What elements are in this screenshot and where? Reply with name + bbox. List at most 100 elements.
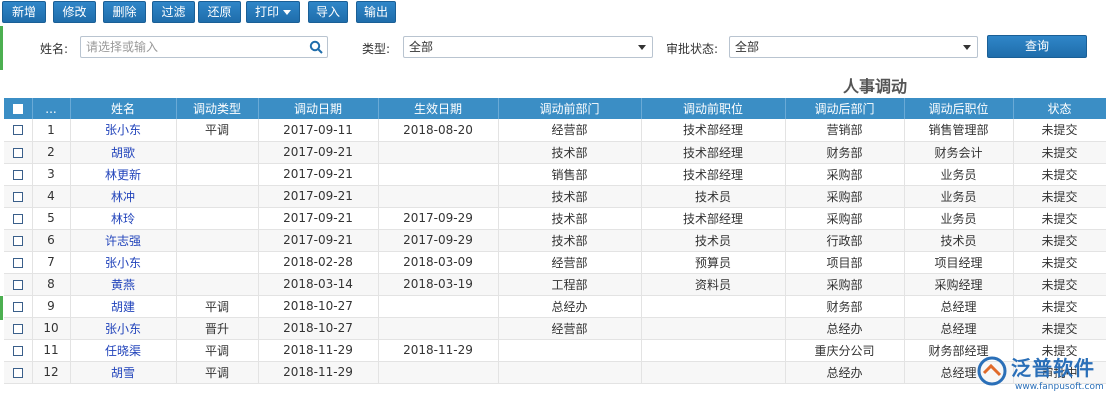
employee-name[interactable]: 张小东 [70, 251, 177, 274]
col-header-from-dept[interactable]: 调动前部门 [498, 98, 642, 119]
effective-date: 2018-08-20 [378, 119, 499, 142]
transfer-date: 2017-09-21 [258, 229, 379, 252]
effective-date: 2017-09-29 [378, 207, 499, 230]
chevron-down-icon [638, 45, 646, 50]
row-select-cell[interactable] [4, 295, 33, 318]
name-input[interactable]: 请选择或输入 [80, 36, 328, 58]
table-row[interactable]: 10 张小东 晋升 2018-10-27 经营部 总经办 总经理 未提交 [4, 317, 1106, 340]
col-header-from-position[interactable]: 调动前职位 [641, 98, 786, 119]
row-select-cell[interactable] [4, 163, 33, 186]
table-row[interactable]: 2 胡歌 2017-09-21 技术部 技术部经理 财务部 财务会计 未提交 [4, 141, 1106, 164]
table-row[interactable]: 5 林玲 2017-09-21 2017-09-29 技术部 技术部经理 采购部 业务员 未提交 [4, 207, 1106, 230]
filter-button[interactable]: 过滤 [152, 1, 195, 23]
table-row[interactable]: 8 黄燕 2018-03-14 2018-03-19 工程部 资料员 采购部 采购经理 未提交 [4, 273, 1106, 296]
to-dept: 总经办 [785, 317, 905, 340]
transfer-date: 2018-10-27 [258, 317, 379, 340]
transfer-date: 2018-03-14 [258, 273, 379, 296]
effective-date: 2018-03-09 [378, 251, 499, 274]
row-select-cell[interactable] [4, 229, 33, 252]
table-row[interactable]: 7 张小东 2018-02-28 2018-03-09 经营部 预算员 项目部 项目经理 未提交 [4, 251, 1106, 274]
employee-name[interactable]: 许志强 [70, 229, 177, 252]
row-select-cell[interactable] [4, 339, 33, 362]
table-row[interactable]: 3 林更新 2017-09-21 销售部 技术部经理 采购部 业务员 未提交 [4, 163, 1106, 186]
row-select-cell[interactable] [4, 185, 33, 208]
row-select-cell[interactable] [4, 361, 33, 384]
col-header-name[interactable]: 姓名 [70, 98, 177, 119]
brand-logo-icon [977, 356, 1007, 386]
employee-name[interactable]: 任晓渠 [70, 339, 177, 362]
employee-name[interactable]: 林更新 [70, 163, 177, 186]
delete-button[interactable]: 删除 [103, 1, 146, 23]
row-checkbox[interactable] [12, 147, 23, 158]
status: 未提交 [1013, 295, 1106, 318]
to-position: 总经理 [904, 317, 1014, 340]
table-row[interactable]: 1 张小东 平调 2017-09-11 2018-08-20 经营部 技术部经理 营销部 销售管… [4, 119, 1106, 142]
row-index: 10 [32, 317, 71, 340]
row-checkbox[interactable] [12, 345, 23, 356]
table-row[interactable]: 9 胡建 平调 2018-10-27 总经办 财务部 总经理 未提交 [4, 295, 1106, 318]
status-value: 全部 [735, 40, 760, 54]
add-button[interactable]: 新增 [2, 1, 46, 23]
select-all-header[interactable] [4, 98, 33, 119]
row-checkbox[interactable] [12, 169, 23, 180]
transfer-type [176, 207, 259, 230]
employee-name[interactable]: 胡建 [70, 295, 177, 318]
row-select-cell[interactable] [4, 207, 33, 230]
row-select-cell[interactable] [4, 317, 33, 340]
query-button[interactable]: 查询 [987, 35, 1087, 58]
row-select-cell[interactable] [4, 141, 33, 164]
toolbar: 新增 修改 删除 过滤 还原 打印 导入 输出 [0, 0, 1106, 26]
transfer-date: 2018-11-29 [258, 361, 379, 384]
row-checkbox[interactable] [12, 367, 23, 378]
restore-button[interactable]: 还原 [198, 1, 241, 23]
export-button[interactable]: 输出 [356, 1, 396, 23]
employee-name[interactable]: 胡雪 [70, 361, 177, 384]
status-select[interactable]: 全部 [729, 36, 978, 58]
import-button[interactable]: 导入 [308, 1, 348, 23]
search-icon[interactable] [309, 40, 323, 54]
row-index: 1 [32, 119, 71, 142]
row-checkbox[interactable] [12, 125, 23, 136]
table-row[interactable]: 11 任晓渠 平调 2018-11-29 2018-11-29 重庆分公司 财务部经理 未提交 [4, 339, 1106, 362]
table-row[interactable]: 12 胡雪 平调 2018-11-29 总经办 总经理 审批中 [4, 361, 1106, 384]
employee-name[interactable]: 胡歌 [70, 141, 177, 164]
row-checkbox[interactable] [12, 235, 23, 246]
from-dept: 技术部 [498, 185, 642, 208]
col-header-transfer-type[interactable]: 调动类型 [176, 98, 259, 119]
col-header-to-position[interactable]: 调动后职位 [904, 98, 1014, 119]
row-index: 8 [32, 273, 71, 296]
from-position: 预算员 [641, 251, 786, 274]
col-header-effective-date[interactable]: 生效日期 [378, 98, 499, 119]
type-select[interactable]: 全部 [403, 36, 653, 58]
select-all-checkbox[interactable] [12, 104, 23, 114]
row-checkbox[interactable] [12, 279, 23, 290]
employee-name[interactable]: 张小东 [70, 119, 177, 142]
table-row[interactable]: 6 许志强 2017-09-21 2017-09-29 技术部 技术员 行政部 技术员 未提交 [4, 229, 1106, 252]
row-select-cell[interactable] [4, 251, 33, 274]
col-header-transfer-date[interactable]: 调动日期 [258, 98, 379, 119]
from-position: 技术部经理 [641, 163, 786, 186]
from-dept: 工程部 [498, 273, 642, 296]
employee-name[interactable]: 林冲 [70, 185, 177, 208]
row-checkbox[interactable] [12, 257, 23, 268]
from-dept: 技术部 [498, 229, 642, 252]
table-row[interactable]: 4 林冲 2017-09-21 技术部 技术员 采购部 业务员 未提交 [4, 185, 1106, 208]
row-select-cell[interactable] [4, 119, 33, 142]
row-checkbox[interactable] [12, 301, 23, 312]
col-header-to-dept[interactable]: 调动后部门 [785, 98, 905, 119]
employee-name[interactable]: 林玲 [70, 207, 177, 230]
row-checkbox[interactable] [12, 213, 23, 224]
row-select-cell[interactable] [4, 273, 33, 296]
from-dept: 总经办 [498, 295, 642, 318]
print-button[interactable]: 打印 [246, 1, 300, 23]
from-dept: 经营部 [498, 251, 642, 274]
transfer-type [176, 229, 259, 252]
col-header-status[interactable]: 状态 [1013, 98, 1106, 119]
edit-button[interactable]: 修改 [53, 1, 96, 23]
row-checkbox[interactable] [12, 191, 23, 202]
row-checkbox[interactable] [12, 323, 23, 334]
row-index: 3 [32, 163, 71, 186]
name-placeholder: 请选择或输入 [86, 40, 159, 54]
employee-name[interactable]: 张小东 [70, 317, 177, 340]
employee-name[interactable]: 黄燕 [70, 273, 177, 296]
